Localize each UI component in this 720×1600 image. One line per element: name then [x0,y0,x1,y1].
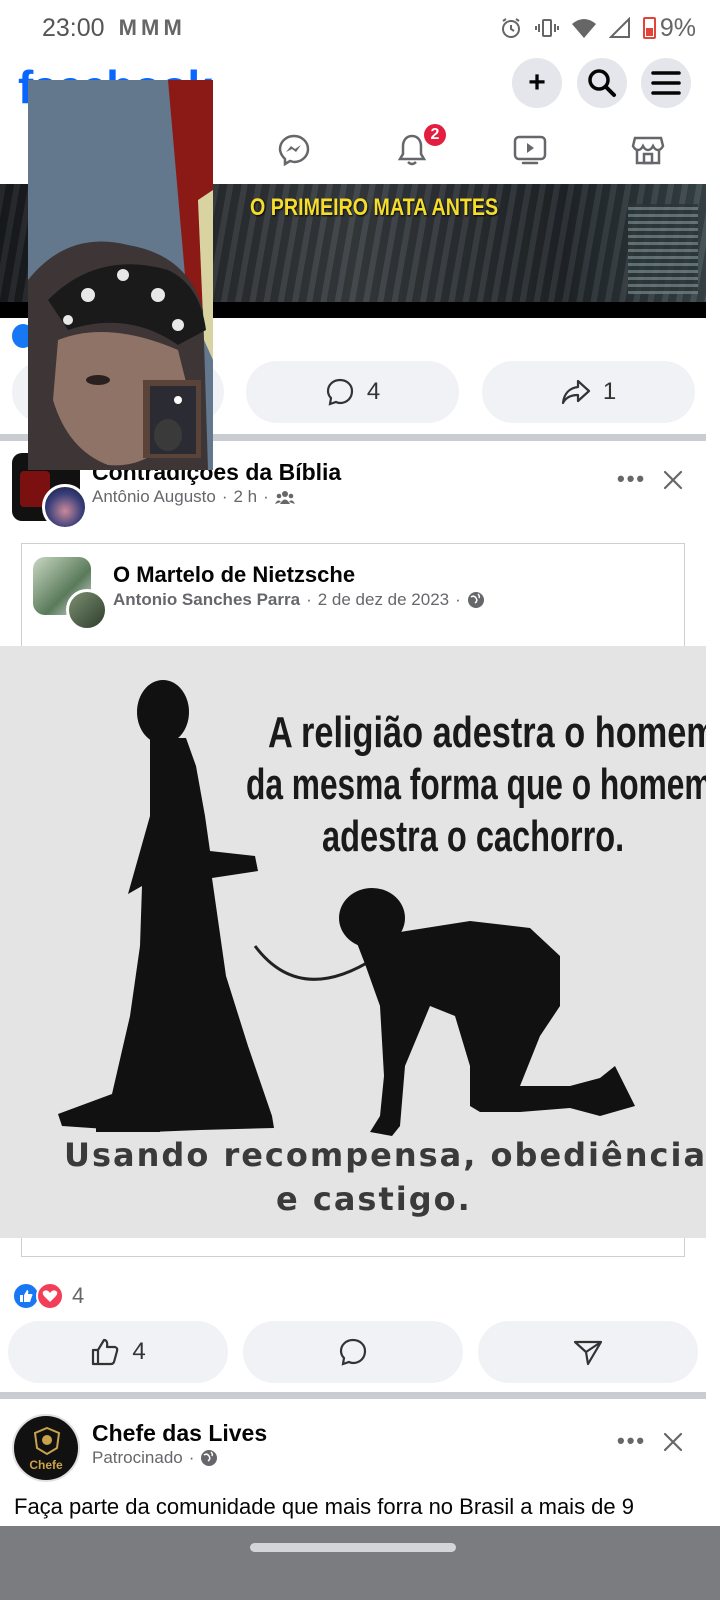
shared-page-name[interactable]: O Martelo de Nietzsche [113,562,355,588]
like-count: 4 [132,1338,146,1365]
video-call-overlay[interactable] [28,80,213,470]
comment-icon [339,1338,367,1366]
feed-divider [0,1392,706,1399]
search-button[interactable] [577,58,627,108]
shared-author-avatar[interactable] [66,589,108,631]
send-icon [573,1340,603,1366]
like-button[interactable]: 4 [8,1321,228,1383]
reaction-count: 4 [72,1283,85,1308]
globe-icon [467,592,484,608]
mixer-image [628,204,698,294]
home-gesture-handle[interactable] [250,1543,456,1552]
notification-badge: 2 [422,122,448,148]
reactions-summary[interactable]: 4 [12,1282,84,1310]
messenger-icon [278,134,310,167]
vibrate-icon [534,19,559,37]
gmail-icon: M M M [118,15,182,40]
thumbs-up-icon [92,1338,119,1366]
hamburger-icon [651,71,681,95]
sponsor-meta: Patrocinado · [92,1448,218,1468]
author-avatar[interactable] [42,484,88,530]
tab-notifications[interactable]: 2 [392,122,448,170]
create-button[interactable]: + [512,58,562,108]
meme-bottom-line1: Usando recompensa, obediência [64,1136,706,1174]
status-right: 9% [499,14,696,43]
shared-post-meta: Antonio Sanches Parra · 2 de dez de 2023… [113,590,485,610]
status-time: 23:00 [42,13,105,42]
comment-count: 4 [366,378,381,405]
signal-icon [608,17,630,38]
meme-text-line2: da mesma forma que o homem [246,760,706,809]
marketplace-icon [631,136,665,165]
battery-indicator: 9% [642,13,696,43]
post-time: 2 h [233,487,258,506]
meme-bottom-line2: e castigo. [276,1180,472,1218]
comment-icon [326,378,353,406]
plus-icon: + [528,66,546,99]
love-reaction-icon [36,1282,64,1310]
share-button[interactable]: 1 [482,361,695,423]
post-meta: Antônio Augusto · 2 h · [92,487,295,507]
meta-separator: · [221,487,228,506]
sponsor-avatar-text: Chefe [29,1458,63,1472]
shared-author[interactable]: Antonio Sanches Parra [113,590,300,610]
close-icon[interactable] [661,1430,685,1454]
battery-percent: 9% [659,13,696,42]
search-icon [588,69,616,97]
status-bar: 23:00 M M M 9% [0,0,720,56]
system-navigation-bar [0,1526,720,1600]
sponsor-name[interactable]: Chefe das Lives [92,1420,267,1447]
share-icon [561,379,590,405]
shared-date: 2 de dez de 2023 [317,590,450,609]
comment-button[interactable]: 4 [246,361,459,423]
post-author[interactable]: Antônio Augusto [92,487,216,507]
screen: 23:00 M M M 9% facebook + 2 [0,0,720,1600]
meta-separator: · [263,487,269,506]
more-options-icon[interactable]: ••• [617,466,646,492]
comment-button[interactable] [243,1321,463,1383]
send-button[interactable] [478,1321,698,1383]
battery-icon [642,17,656,39]
post-image[interactable]: A religião adestra o homem da mesma form… [0,646,706,1238]
tab-marketplace[interactable] [628,130,668,170]
video-icon [513,135,547,165]
meta-separator: · [306,590,312,609]
sponsored-post-text: Faça parte da comunidade que mais forra … [14,1494,634,1519]
video-caption: O PRIMEIRO MATA ANTES [250,194,499,221]
meme-text-line1: A religião adestra o homem [268,708,706,757]
tab-video[interactable] [510,130,550,170]
wifi-icon [571,19,596,38]
menu-button[interactable] [641,58,691,108]
caller-video-feed [28,80,213,470]
globe-icon [201,1450,218,1466]
sponsor-logo-crest [33,1426,61,1456]
share-count: 1 [602,378,617,405]
meta-separator: · [455,590,461,609]
group-members-icon [274,491,295,504]
close-icon[interactable] [661,468,685,492]
sponsor-avatar[interactable]: Chefe [12,1414,80,1482]
alarm-icon [501,18,520,38]
meme-text-line3: adestra o cachorro. [322,812,625,861]
more-options-icon[interactable]: ••• [617,1428,646,1454]
tab-messenger[interactable] [274,130,314,170]
meta-separator: · [188,1448,195,1467]
sponsored-label: Patrocinado [92,1448,183,1467]
